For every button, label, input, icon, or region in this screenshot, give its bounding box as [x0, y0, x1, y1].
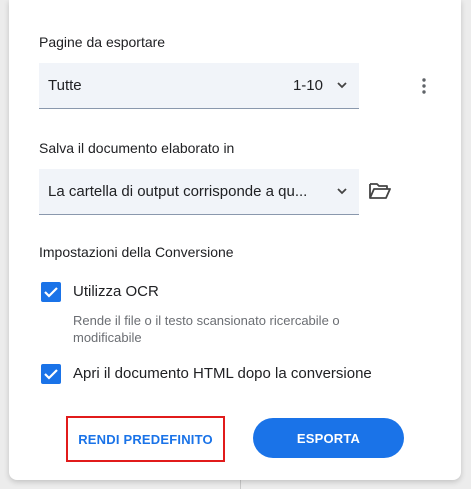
checkmark-icon [44, 287, 58, 298]
chevron-down-icon [337, 188, 347, 195]
open-html-checkbox[interactable] [41, 364, 61, 384]
pages-range-value: 1-10 [292, 77, 323, 94]
ocr-option[interactable]: Utilizza OCR [39, 282, 339, 306]
save-section-label: Salva il documento elaborato in [39, 140, 235, 156]
ocr-hint: Rende il file o il testo scansionato ric… [73, 313, 340, 345]
make-default-button[interactable]: RENDI PREDEFINITO [66, 416, 225, 462]
pages-select-value: Tutte [48, 77, 82, 94]
ocr-label: Utilizza OCR [73, 283, 159, 300]
save-location-select[interactable]: La cartella di output corrisponde a qu..… [39, 169, 359, 215]
save-location-value: La cartella di output corrisponde a qu..… [48, 183, 308, 200]
checkmark-icon [44, 369, 58, 380]
more-vert-icon[interactable] [414, 76, 434, 96]
export-settings-panel: Pagine da esportare Tutte 1-10 Salva il … [9, 0, 461, 480]
export-button[interactable]: ESPORTA [253, 418, 404, 458]
open-html-option[interactable]: Apri il documento HTML dopo la conversio… [39, 364, 439, 388]
open-html-label: Apri il documento HTML dopo la conversio… [73, 365, 372, 382]
pages-select[interactable]: Tutte 1-10 [39, 63, 359, 109]
pages-section-label: Pagine da esportare [39, 34, 166, 50]
folder-open-icon[interactable] [368, 180, 392, 202]
conversion-section-label: Impostazioni della Conversione [39, 244, 234, 260]
chevron-down-icon [337, 82, 347, 89]
ocr-checkbox[interactable] [41, 282, 61, 302]
